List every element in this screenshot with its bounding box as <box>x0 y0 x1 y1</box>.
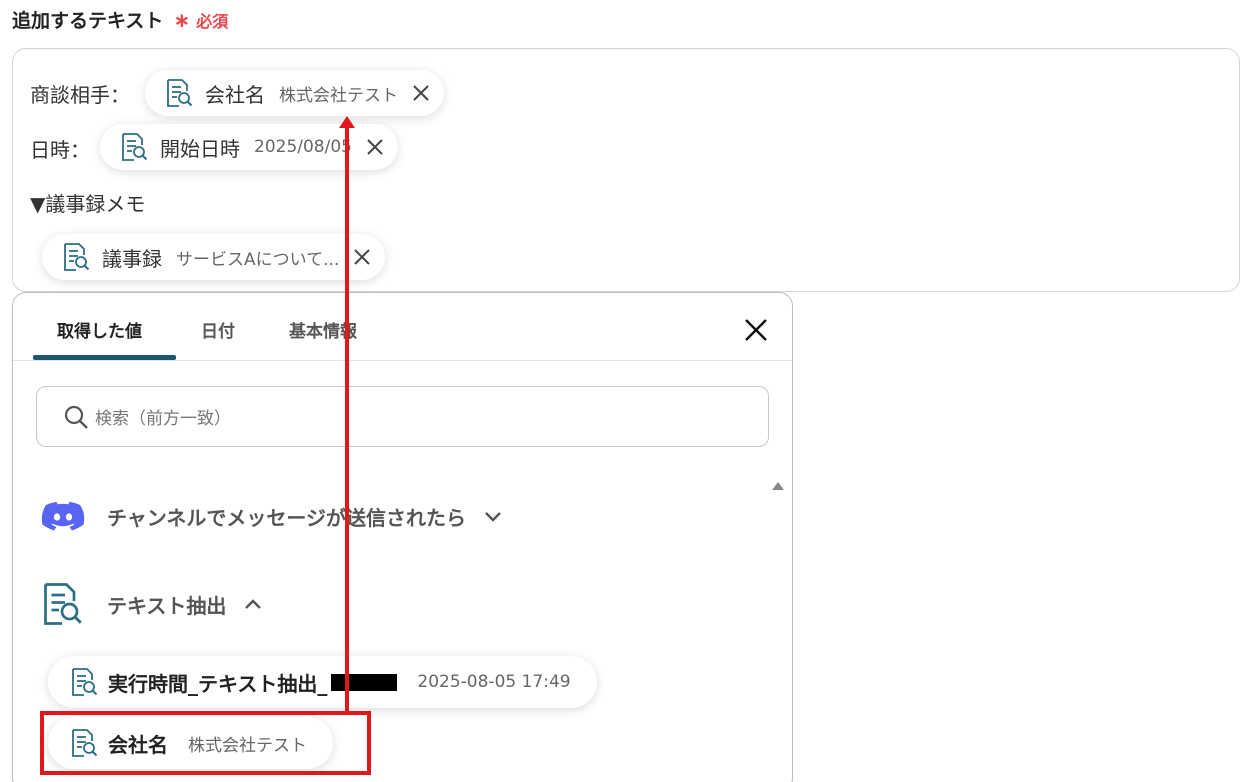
pill-name: 議事録 <box>102 246 162 271</box>
pill-value: 株式会社テスト <box>279 85 398 106</box>
pill-value: 2025/08/05 <box>254 137 352 157</box>
search-input[interactable]: 検索（前方一致） <box>36 386 769 447</box>
variable-pill-company[interactable]: 会社名 株式会社テスト <box>145 70 444 116</box>
tab-acquired-values[interactable]: 取得した値 <box>57 317 142 342</box>
line-minutes-heading: ▼議事録メモ <box>30 192 146 216</box>
pill-name: 会社名 <box>205 82 265 107</box>
variable-pill-minutes[interactable]: 議事録 サービスAについて... <box>42 234 386 280</box>
required-badge: 必須 <box>196 11 229 31</box>
item-value: 2025-08-05 17:49 <box>417 672 571 692</box>
variable-pill-start-datetime[interactable]: 開始日時 2025/08/05 <box>100 124 398 170</box>
required-asterisk-icon: ∗ <box>173 7 191 32</box>
section-label: チャンネルでメッセージが送信されたら <box>107 505 466 530</box>
discord-icon <box>41 501 85 531</box>
redaction-bar <box>331 673 398 691</box>
scroll-up-arrow-icon[interactable] <box>771 481 785 491</box>
document-search-icon <box>62 242 90 272</box>
value-item-execution-time[interactable]: 実行時間_テキスト抽出_ 2025-08-05 17:49 <box>48 656 597 708</box>
annotation-highlight-box <box>40 711 371 775</box>
document-search-icon <box>70 667 98 697</box>
section-discord-trigger[interactable]: チャンネルでメッセージが送信されたら <box>41 499 504 533</box>
field-label: 追加するテキスト ∗ 必須 <box>12 6 228 33</box>
section-label: テキスト抽出 <box>107 593 227 618</box>
remove-pill-close-icon[interactable] <box>410 82 432 104</box>
remove-pill-close-icon[interactable] <box>364 136 386 158</box>
section-text-extraction[interactable]: テキスト抽出 <box>41 581 264 627</box>
search-placeholder: 検索（前方一致） <box>95 409 231 429</box>
tab-date[interactable]: 日付 <box>201 317 235 342</box>
search-icon <box>64 405 88 429</box>
item-name: 実行時間_テキスト抽出_ <box>108 671 328 696</box>
chevron-down-icon[interactable] <box>482 505 504 527</box>
pill-value: サービスAについて... <box>176 249 340 270</box>
document-search-icon <box>120 132 148 162</box>
tab-bar: 取得した値 日付 基本情報 <box>13 293 792 361</box>
close-panel-close-icon[interactable] <box>743 317 769 343</box>
document-search-icon <box>165 78 193 108</box>
chevron-up-icon[interactable] <box>242 593 264 615</box>
remove-pill-close-icon[interactable] <box>351 246 373 268</box>
variable-picker-panel: 取得した値 日付 基本情報 検索（前方一致） チャンネルでメッセージが送信された… <box>12 292 793 782</box>
pill-name: 開始日時 <box>160 136 240 161</box>
annotation-arrowhead-icon <box>339 116 355 128</box>
field-label-text: 追加するテキスト <box>12 10 164 32</box>
line-datetime-prefix: 日時： <box>30 138 90 162</box>
annotation-arrow-line <box>345 124 349 712</box>
document-search-icon <box>41 581 83 627</box>
line-company-prefix: 商談相手： <box>30 83 130 107</box>
active-tab-indicator <box>33 355 176 360</box>
